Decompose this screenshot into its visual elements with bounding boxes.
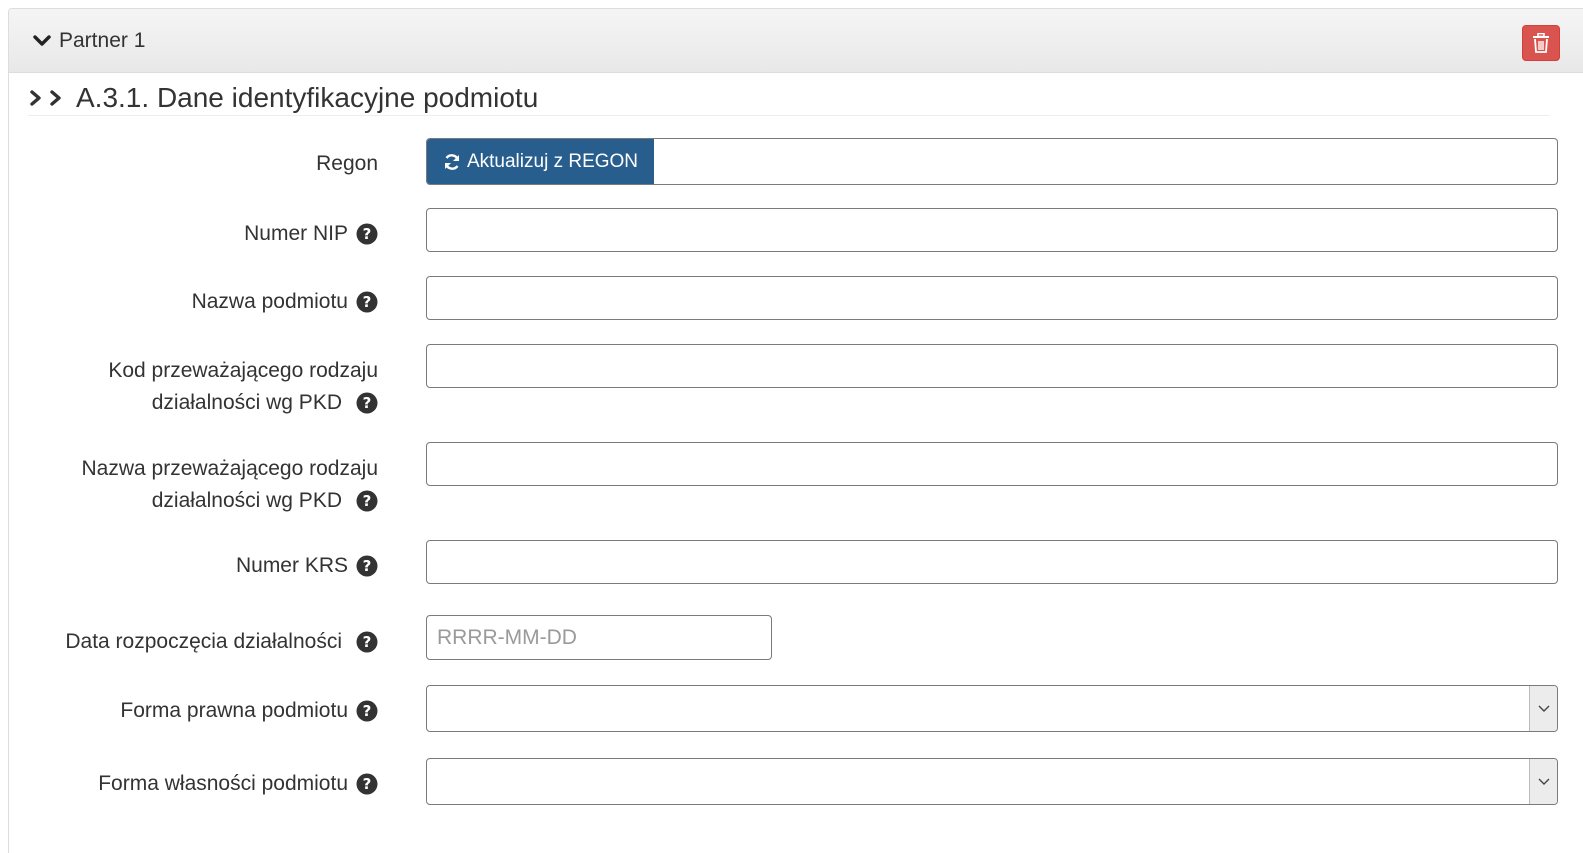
start-date-input[interactable] xyxy=(426,615,772,660)
refresh-icon xyxy=(444,153,460,170)
help-icon[interactable]: ? xyxy=(356,490,378,512)
ownership-form-label: Forma własności podmiotu ? xyxy=(98,768,378,800)
help-icon[interactable]: ? xyxy=(356,631,378,653)
delete-partner-button[interactable] xyxy=(1522,25,1560,61)
help-icon[interactable]: ? xyxy=(356,392,378,414)
krs-label: Numer KRS ? xyxy=(236,550,378,582)
ownership-form-select[interactable] xyxy=(426,758,1558,805)
help-icon[interactable]: ? xyxy=(356,291,378,313)
entity-name-input[interactable] xyxy=(426,276,1558,320)
entity-name-label: Nazwa podmiotu ? xyxy=(192,286,378,318)
help-icon[interactable]: ? xyxy=(356,555,378,577)
legal-form-select[interactable] xyxy=(426,685,1558,732)
panel-heading: Partner 1 xyxy=(9,9,1583,73)
partner-toggle[interactable]: Partner 1 xyxy=(33,29,145,53)
pkd-name-label: Nazwa przeważającego rodzaju działalnośc… xyxy=(81,457,379,512)
krs-input[interactable] xyxy=(426,540,1558,584)
pkd-code-input[interactable] xyxy=(426,344,1558,388)
svg-text:?: ? xyxy=(363,702,372,720)
pkd-code-label: Kod przeważającego rodzaju działalności … xyxy=(108,359,378,414)
svg-text:?: ? xyxy=(363,293,372,311)
legal-form-label: Forma prawna podmiotu ? xyxy=(120,695,378,727)
svg-text:?: ? xyxy=(363,225,372,243)
double-chevron-right-icon xyxy=(30,89,61,106)
update-from-regon-button[interactable]: Aktualizuj z REGON xyxy=(427,139,654,184)
nip-label: Numer NIP ? xyxy=(244,218,378,250)
section-heading: A.3.1. Dane identyfikacyjne podmiotu xyxy=(76,81,539,113)
nip-input[interactable] xyxy=(426,208,1558,252)
svg-text:?: ? xyxy=(363,633,372,651)
chevron-down-icon xyxy=(1529,686,1557,731)
chevron-down-icon xyxy=(1529,759,1557,804)
chevron-down-icon xyxy=(33,35,51,46)
help-icon[interactable]: ? xyxy=(356,223,378,245)
svg-text:?: ? xyxy=(363,557,372,575)
partner-title: Partner 1 xyxy=(59,29,146,52)
section-title: A.3.1. Dane identyfikacyjne podmiotu xyxy=(28,80,1550,116)
svg-text:?: ? xyxy=(363,492,372,510)
regon-input-group: Aktualizuj z REGON xyxy=(426,138,1558,185)
help-icon[interactable]: ? xyxy=(356,773,378,795)
regon-label: Regon xyxy=(316,152,378,175)
svg-text:?: ? xyxy=(363,775,372,793)
update-from-regon-label: Aktualizuj z REGON xyxy=(466,150,639,172)
start-date-label: Data rozpoczęcia działalności ? xyxy=(65,626,378,658)
help-icon[interactable]: ? xyxy=(356,700,378,722)
trash-icon xyxy=(1533,33,1549,53)
pkd-name-input[interactable] xyxy=(426,442,1558,486)
svg-text:?: ? xyxy=(363,394,372,412)
